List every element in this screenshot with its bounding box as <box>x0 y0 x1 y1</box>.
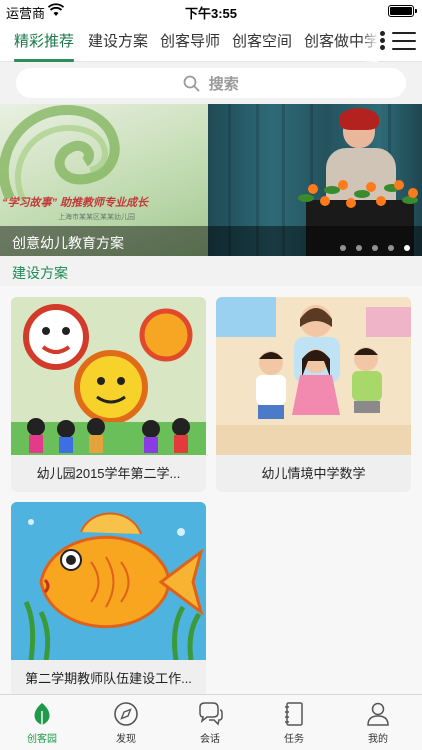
tabbar-item-discover[interactable]: 发现 <box>84 695 168 750</box>
tabbar-item-profile[interactable]: 我的 <box>336 695 420 750</box>
card-thumbnail-children-painting <box>11 297 206 455</box>
tabbar-label: 发现 <box>116 734 136 745</box>
banner-carousel[interactable]: “学习故事” 助推教师专业成长 上海市某某区某某幼儿园 创意幼儿教育方案 <box>0 104 422 256</box>
carousel-dot[interactable] <box>388 245 394 251</box>
clock: 下午3:55 <box>184 6 238 21</box>
search-input[interactable]: 搜索 <box>16 68 406 98</box>
tabbar-label: 我的 <box>368 734 388 745</box>
tab-featured[interactable]: 精彩推荐 <box>14 30 74 51</box>
section-header: 建设方案 <box>0 256 422 286</box>
search-area: 搜索 <box>0 62 422 104</box>
tabbar-item-tasks[interactable]: 任务 <box>252 695 336 750</box>
banner-caption: 创意幼儿教育方案 <box>12 235 124 251</box>
notebook-icon <box>285 702 303 726</box>
carousel-dot-active[interactable] <box>404 245 410 251</box>
plan-card-grid: 幼儿园2015学年第二学... 幼儿情境中学数学 第二学期教师队伍建设工作... <box>0 286 422 697</box>
plan-card[interactable]: 幼儿园2015学年第二学... <box>11 297 206 492</box>
carousel-page-indicator <box>330 238 410 256</box>
leaf-icon <box>34 703 50 725</box>
banner-caption-bar: 创意幼儿教育方案 <box>0 226 422 256</box>
tabbar-label: 任务 <box>284 734 304 745</box>
poster-subtitle: 上海市某某区某某幼儿园 <box>58 214 135 221</box>
poster-title: “学习故事” 助推教师专业成长 <box>2 197 149 209</box>
flower-arrangement <box>294 176 422 216</box>
carousel-dot[interactable] <box>356 245 362 251</box>
compass-icon <box>114 702 138 726</box>
section-title: 建设方案 <box>12 265 68 281</box>
tab-construction-plan[interactable]: 建设方案 <box>88 30 148 51</box>
tabbar-item-maker-park[interactable]: 创客园 <box>0 695 84 750</box>
category-tab-strip: 精彩推荐 建设方案 创客导师 创客空间 创客做中学 <box>0 22 422 62</box>
chat-bubble-icon <box>199 702 223 726</box>
carousel-dot[interactable] <box>372 245 378 251</box>
card-caption: 第二学期教师队伍建设工作... <box>11 660 206 697</box>
battery-icon <box>388 5 417 17</box>
card-thumbnail-children-photo <box>216 297 411 455</box>
plan-card[interactable]: 第二学期教师队伍建设工作... <box>11 502 206 697</box>
tab-maker-space[interactable]: 创客空间 <box>232 30 292 51</box>
carousel-dot[interactable] <box>340 245 346 251</box>
search-placeholder: 搜索 <box>208 76 239 93</box>
category-tabs: 精彩推荐 建设方案 创客导师 创客空间 创客做中学 <box>0 22 378 62</box>
tabbar-item-chat[interactable]: 会话 <box>168 695 252 750</box>
menu-icon[interactable] <box>392 32 416 52</box>
more-vertical-icon[interactable] <box>380 31 386 51</box>
plan-card[interactable]: 幼儿情境中学数学 <box>216 297 411 492</box>
tab-maker-mentor[interactable]: 创客导师 <box>160 30 220 51</box>
tab-overflow-fade <box>362 22 378 62</box>
tabbar-label: 创客园 <box>27 734 57 745</box>
bottom-tab-bar: 创客园 发现 会话 任务 我的 <box>0 694 422 750</box>
status-bar: 运营商 下午3:55 <box>0 0 422 22</box>
card-caption: 幼儿情境中学数学 <box>216 455 411 492</box>
person-icon <box>367 702 389 726</box>
tabbar-label: 会话 <box>200 734 220 745</box>
card-thumbnail-fish-painting <box>11 502 206 660</box>
search-icon <box>183 75 200 92</box>
card-caption: 幼儿园2015学年第二学... <box>11 455 206 492</box>
